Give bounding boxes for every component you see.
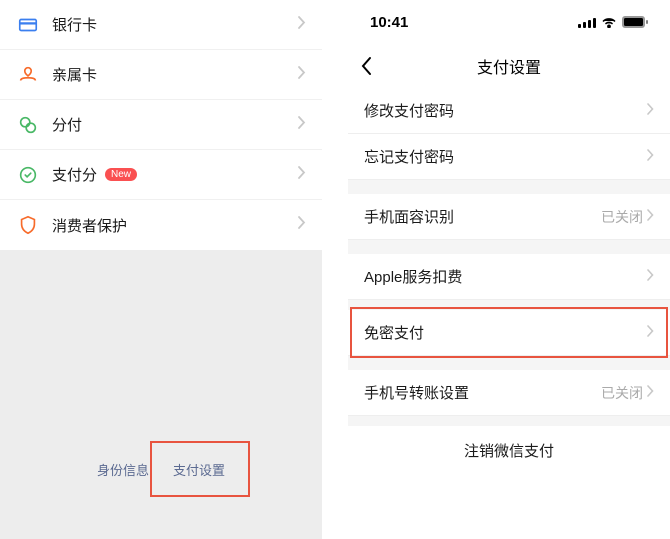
payscore-icon [16, 163, 40, 187]
chevron-right-icon [647, 268, 654, 286]
menu-item-fenfu[interactable]: 分付 [0, 100, 322, 150]
battery-icon [622, 16, 648, 28]
signal-icon [578, 17, 596, 28]
bankcard-icon [16, 13, 40, 37]
menu-label: 消费者保护 [52, 215, 298, 236]
row-label: 免密支付 [364, 322, 647, 343]
row-forgot-password[interactable]: 忘记支付密码 [348, 134, 670, 180]
chevron-right-icon [298, 66, 306, 84]
new-badge: New [105, 168, 137, 181]
payment-settings-link[interactable]: 支付设置 [173, 460, 225, 479]
wallet-menu-screen: 银行卡 亲属卡 分付 [0, 0, 322, 539]
chevron-left-icon [360, 56, 372, 76]
row-apple-service[interactable]: Apple服务扣费 [348, 254, 670, 300]
chevron-right-icon [298, 166, 306, 184]
menu-item-familycard[interactable]: 亲属卡 [0, 50, 322, 100]
row-no-password-pay[interactable]: 免密支付 [348, 310, 670, 356]
back-button[interactable] [360, 56, 392, 76]
chevron-right-icon [298, 16, 306, 34]
row-status: 已关闭 [601, 207, 643, 227]
menu-item-consumer-protection[interactable]: 消费者保护 [0, 200, 322, 250]
familycard-icon [16, 63, 40, 87]
chevron-right-icon [647, 208, 654, 226]
row-label: 忘记支付密码 [364, 146, 647, 167]
row-face-id[interactable]: 手机面容识别 已关闭 [348, 194, 670, 240]
row-label: 手机号转账设置 [364, 382, 601, 403]
status-time: 10:41 [370, 14, 408, 31]
row-label: 修改支付密码 [364, 100, 647, 121]
row-label: 注销微信支付 [464, 440, 554, 461]
menu-label: 银行卡 [52, 14, 298, 35]
fenfu-icon [16, 113, 40, 137]
status-bar: 10:41 [348, 0, 670, 44]
row-change-password[interactable]: 修改支付密码 [348, 88, 670, 134]
row-phone-transfer[interactable]: 手机号转账设置 已关闭 [348, 370, 670, 416]
chevron-right-icon [647, 102, 654, 120]
chevron-right-icon [298, 216, 306, 234]
shield-icon [16, 213, 40, 237]
menu-label: 分付 [52, 114, 298, 135]
wallet-menu-list: 银行卡 亲属卡 分付 [0, 0, 322, 250]
menu-item-payscore[interactable]: 支付分 New [0, 150, 322, 200]
wifi-icon [601, 17, 617, 28]
row-status: 已关闭 [601, 383, 643, 403]
row-label: 手机面容识别 [364, 206, 601, 227]
chevron-right-icon [647, 384, 654, 402]
chevron-right-icon [647, 148, 654, 166]
nav-bar: 支付设置 [348, 44, 670, 88]
row-label: Apple服务扣费 [364, 266, 647, 287]
page-title: 支付设置 [348, 54, 670, 78]
chevron-right-icon [647, 324, 654, 342]
status-icons [578, 16, 648, 28]
identity-link[interactable]: 身份信息 [97, 460, 149, 479]
payment-settings-screen: 10:41 支付设置 修改支付密码 忘记支付密码 手机面容识别 已关闭 Appl… [348, 0, 670, 539]
bottom-links: 身份信息 支付设置 [0, 460, 322, 479]
menu-item-bankcard[interactable]: 银行卡 [0, 0, 322, 50]
menu-label: 支付分 [52, 164, 97, 185]
chevron-right-icon [298, 116, 306, 134]
row-cancel-wechatpay[interactable]: 注销微信支付 [348, 426, 670, 474]
menu-label: 亲属卡 [52, 64, 298, 85]
